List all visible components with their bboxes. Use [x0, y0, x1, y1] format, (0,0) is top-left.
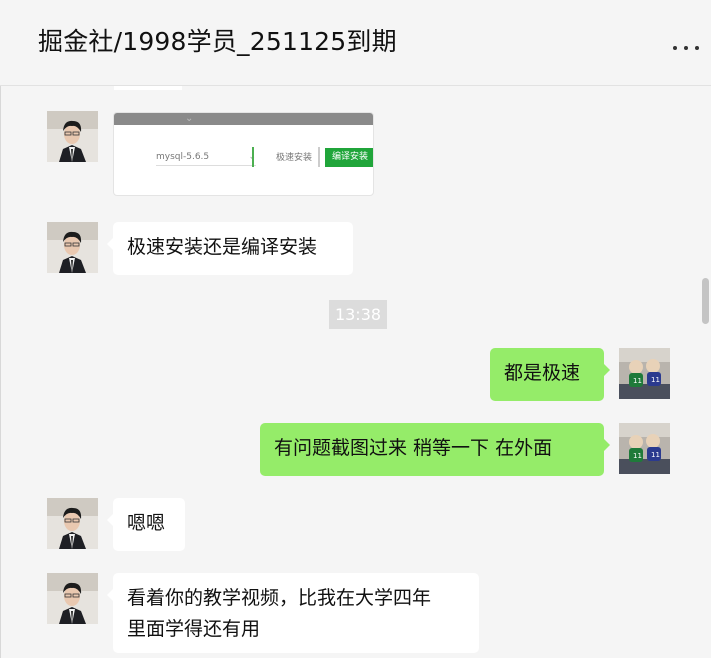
self-avatar[interactable]: 11 11 — [619, 423, 670, 474]
message-bubble-incoming[interactable]: 嗯嗯 — [107, 498, 185, 551]
message-bubble-incoming[interactable]: 看着你的教学视频，比我在大学四年 里面学得还有用 — [107, 573, 479, 653]
chat-header: 掘金社/1998学员_251125到期 — [0, 0, 711, 86]
svg-text:11: 11 — [651, 451, 660, 459]
message-line: 里面学得还有用 — [127, 618, 261, 640]
timestamp: 13:38 — [329, 300, 387, 329]
svg-text:11: 11 — [633, 377, 642, 385]
window-border — [0, 0, 1, 658]
self-avatar[interactable]: 11 11 — [619, 348, 670, 399]
divider — [318, 147, 320, 167]
more-options-icon[interactable] — [673, 44, 699, 52]
image-message[interactable]: ⌄ mysql-5.6.5 ⌄ 极速安装 编译安装 — [113, 112, 374, 196]
message-bubble-outgoing[interactable]: 有问题截图过来 稍等一下 在外面 — [260, 423, 610, 476]
version-select: mysql-5.6.5 ⌄ — [156, 151, 256, 166]
chat-title: 掘金社/1998学员_251125到期 — [38, 27, 397, 56]
compile-install-button: 编译安装 — [325, 148, 373, 167]
contact-avatar[interactable] — [47, 222, 98, 273]
image-header-bar — [114, 113, 373, 125]
chevron-down-icon: ⌄ — [185, 113, 194, 124]
message-bubble-incoming[interactable]: 极速安装还是编译安装 — [107, 222, 353, 275]
quick-install-label: 极速安装 — [276, 153, 313, 163]
contact-avatar[interactable] — [47, 498, 98, 549]
contact-avatar[interactable] — [47, 573, 98, 624]
scrollbar-thumb[interactable] — [702, 278, 709, 324]
svg-text:11: 11 — [633, 452, 642, 460]
divider — [252, 147, 254, 167]
message-line: 看着你的教学视频，比我在大学四年 — [127, 587, 432, 609]
previous-message-edge — [114, 86, 182, 90]
contact-avatar[interactable] — [47, 111, 98, 162]
svg-text:11: 11 — [651, 376, 660, 384]
message-bubble-outgoing[interactable]: 都是极速 — [490, 348, 610, 401]
